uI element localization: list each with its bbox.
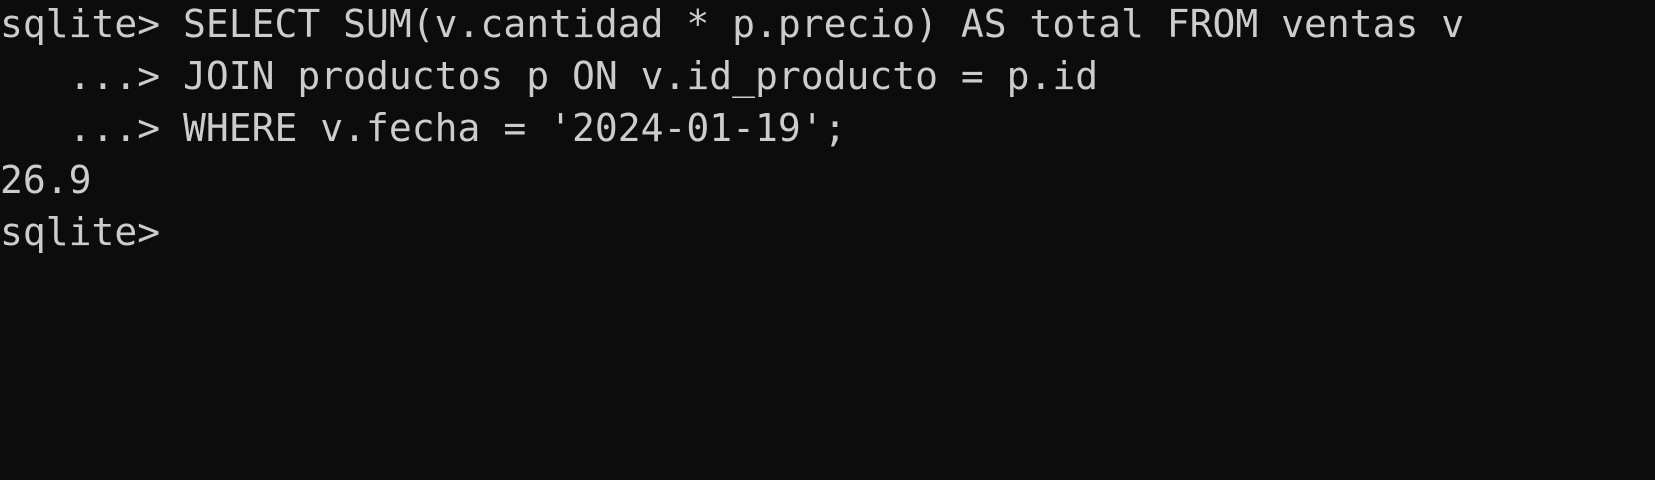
sql-command-line: sqlite> SELECT SUM(v.cantidad * p.precio… (0, 2, 1465, 46)
sql-continuation-line: ...> JOIN productos p ON v.id_producto =… (0, 54, 1099, 98)
terminal-window[interactable]: sqlite> SELECT SUM(v.cantidad * p.precio… (0, 0, 1655, 478)
prompt-text: sqlite> (0, 210, 184, 254)
sql-continuation-line: ...> WHERE v.fecha = '2024-01-19'; (0, 106, 847, 150)
sqlite-prompt[interactable]: sqlite> (0, 206, 1655, 258)
query-result: 26.9 (0, 158, 92, 202)
